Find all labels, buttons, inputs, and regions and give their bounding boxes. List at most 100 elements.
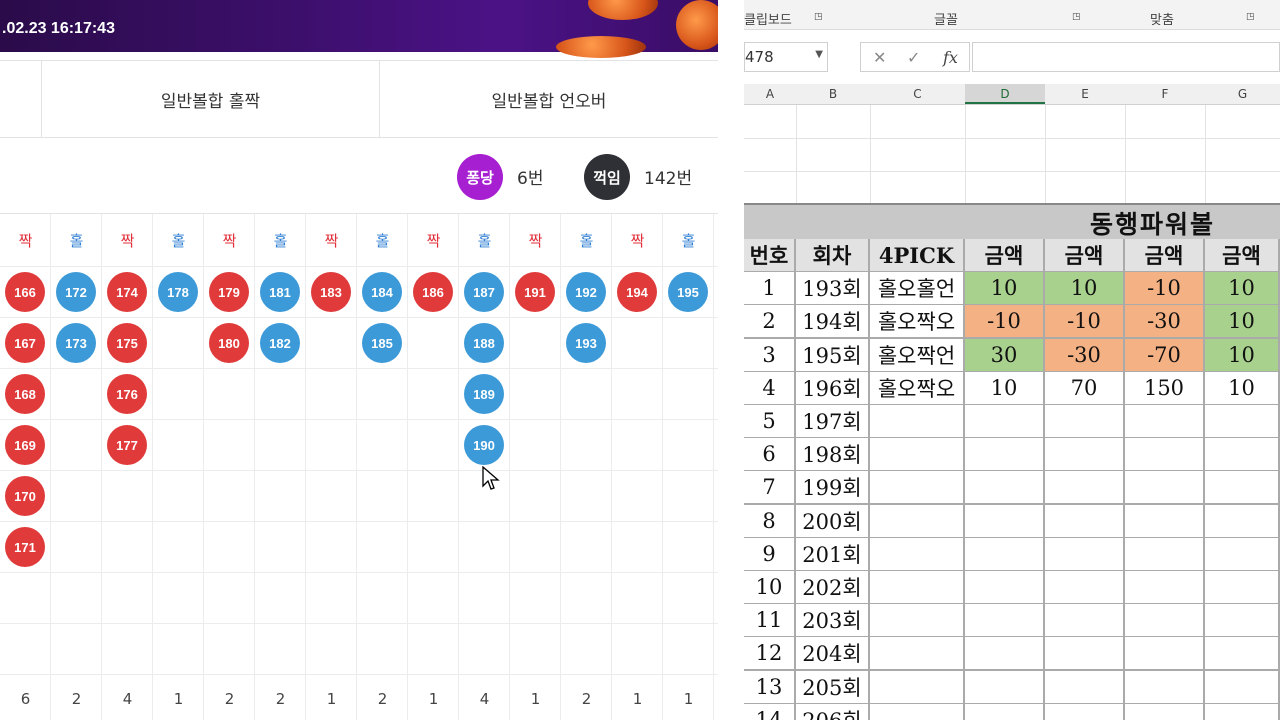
pick-cell[interactable]: 홀오짝언: [870, 339, 965, 373]
round-cell[interactable]: 202회: [796, 571, 870, 605]
amount-cell[interactable]: 10: [1205, 305, 1280, 339]
formula-input[interactable]: [972, 42, 1280, 72]
row-number-cell[interactable]: 4: [744, 372, 796, 406]
amount-cell[interactable]: 70: [1045, 372, 1125, 406]
pick-cell[interactable]: [870, 538, 965, 572]
amount-cell[interactable]: 10: [965, 372, 1045, 406]
pick-cell[interactable]: [870, 571, 965, 605]
amount-cell[interactable]: [1205, 637, 1280, 671]
round-cell[interactable]: 194회: [796, 305, 870, 339]
amount-cell[interactable]: -10: [1045, 305, 1125, 339]
ribbon-alignment[interactable]: 맞춤: [1150, 9, 1174, 28]
function-icon[interactable]: fx: [943, 48, 958, 67]
cancel-icon[interactable]: ✕: [873, 48, 886, 67]
pick-cell[interactable]: 홀오홀언: [870, 272, 965, 306]
amount-cell[interactable]: [1125, 505, 1205, 539]
row-number-cell[interactable]: 1: [744, 272, 796, 306]
pick-cell[interactable]: [870, 671, 965, 705]
header-cell[interactable]: 금액: [965, 239, 1045, 273]
amount-cell[interactable]: 10: [1205, 372, 1280, 406]
pick-cell[interactable]: [870, 505, 965, 539]
name-box[interactable]: 478 ▼: [744, 42, 828, 72]
amount-cell[interactable]: [1205, 571, 1280, 605]
pick-cell[interactable]: [870, 438, 965, 472]
amount-cell[interactable]: [1205, 704, 1280, 720]
column-header-b[interactable]: B: [796, 87, 870, 101]
amount-cell[interactable]: [965, 637, 1045, 671]
amount-cell[interactable]: [965, 571, 1045, 605]
row-number-cell[interactable]: 11: [744, 604, 796, 638]
column-header-e[interactable]: E: [1045, 87, 1125, 101]
amount-cell[interactable]: [965, 538, 1045, 572]
round-cell[interactable]: 197회: [796, 405, 870, 439]
pick-cell[interactable]: [870, 471, 965, 505]
pick-cell[interactable]: [870, 604, 965, 638]
ribbon-font[interactable]: 글꼴: [934, 9, 958, 28]
amount-cell[interactable]: [1125, 604, 1205, 638]
font-launcher-icon[interactable]: ◳: [1072, 12, 1081, 22]
column-header-d[interactable]: D: [965, 84, 1045, 104]
amount-cell[interactable]: 10: [1205, 339, 1280, 373]
amount-cell[interactable]: [1205, 505, 1280, 539]
row-number-cell[interactable]: 13: [744, 671, 796, 705]
round-cell[interactable]: 195회: [796, 339, 870, 373]
header-cell[interactable]: 회차: [796, 239, 870, 273]
round-cell[interactable]: 203회: [796, 604, 870, 638]
tab-oddeven[interactable]: 일반볼합 홀짝: [41, 61, 379, 138]
amount-cell[interactable]: [965, 505, 1045, 539]
amount-cell[interactable]: [1205, 438, 1280, 472]
amount-cell[interactable]: [1125, 671, 1205, 705]
amount-cell[interactable]: 10: [965, 272, 1045, 306]
round-cell[interactable]: 200회: [796, 505, 870, 539]
header-cell[interactable]: 금액: [1125, 239, 1205, 273]
amount-cell[interactable]: [1045, 405, 1125, 439]
amount-cell[interactable]: [1045, 471, 1125, 505]
amount-cell[interactable]: [1205, 538, 1280, 572]
amount-cell[interactable]: [1125, 405, 1205, 439]
amount-cell[interactable]: -10: [965, 305, 1045, 339]
row-number-cell[interactable]: 12: [744, 637, 796, 671]
amount-cell[interactable]: -30: [1045, 339, 1125, 373]
amount-cell[interactable]: [1045, 571, 1125, 605]
round-cell[interactable]: 206회: [796, 704, 870, 720]
amount-cell[interactable]: [1045, 438, 1125, 472]
amount-cell[interactable]: -30: [1125, 305, 1205, 339]
header-cell[interactable]: 4PICK: [870, 239, 965, 273]
pick-cell[interactable]: [870, 704, 965, 720]
amount-cell[interactable]: [1125, 571, 1205, 605]
row-number-cell[interactable]: 5: [744, 405, 796, 439]
column-header-a[interactable]: A: [744, 87, 796, 101]
amount-cell[interactable]: [1125, 704, 1205, 720]
row-number-cell[interactable]: 9: [744, 538, 796, 572]
amount-cell[interactable]: [1045, 604, 1125, 638]
amount-cell[interactable]: [1045, 538, 1125, 572]
round-cell[interactable]: 201회: [796, 538, 870, 572]
column-header-c[interactable]: C: [870, 87, 965, 101]
row-number-cell[interactable]: 14: [744, 704, 796, 720]
column-header-g[interactable]: G: [1205, 87, 1280, 101]
header-cell[interactable]: 금액: [1045, 239, 1125, 273]
amount-cell[interactable]: 30: [965, 339, 1045, 373]
amount-cell[interactable]: [1125, 637, 1205, 671]
amount-cell[interactable]: [1205, 604, 1280, 638]
amount-cell[interactable]: [1045, 637, 1125, 671]
amount-cell[interactable]: -10: [1125, 272, 1205, 306]
header-cell[interactable]: 번호: [744, 239, 796, 273]
chevron-down-icon[interactable]: ▼: [815, 49, 823, 60]
amount-cell[interactable]: [965, 405, 1045, 439]
amount-cell[interactable]: -70: [1125, 339, 1205, 373]
clipboard-launcher-icon[interactable]: ◳: [814, 12, 823, 22]
amount-cell[interactable]: [1045, 704, 1125, 720]
amount-cell[interactable]: [1205, 671, 1280, 705]
amount-cell[interactable]: [1045, 505, 1125, 539]
amount-cell[interactable]: 10: [1045, 272, 1125, 306]
row-number-cell[interactable]: 7: [744, 471, 796, 505]
row-number-cell[interactable]: 8: [744, 505, 796, 539]
amount-cell[interactable]: [1205, 405, 1280, 439]
row-number-cell[interactable]: 10: [744, 571, 796, 605]
round-cell[interactable]: 199회: [796, 471, 870, 505]
amount-cell[interactable]: [1045, 671, 1125, 705]
amount-cell[interactable]: 150: [1125, 372, 1205, 406]
amount-cell[interactable]: [1125, 538, 1205, 572]
pick-cell[interactable]: 홀오짝오: [870, 305, 965, 339]
